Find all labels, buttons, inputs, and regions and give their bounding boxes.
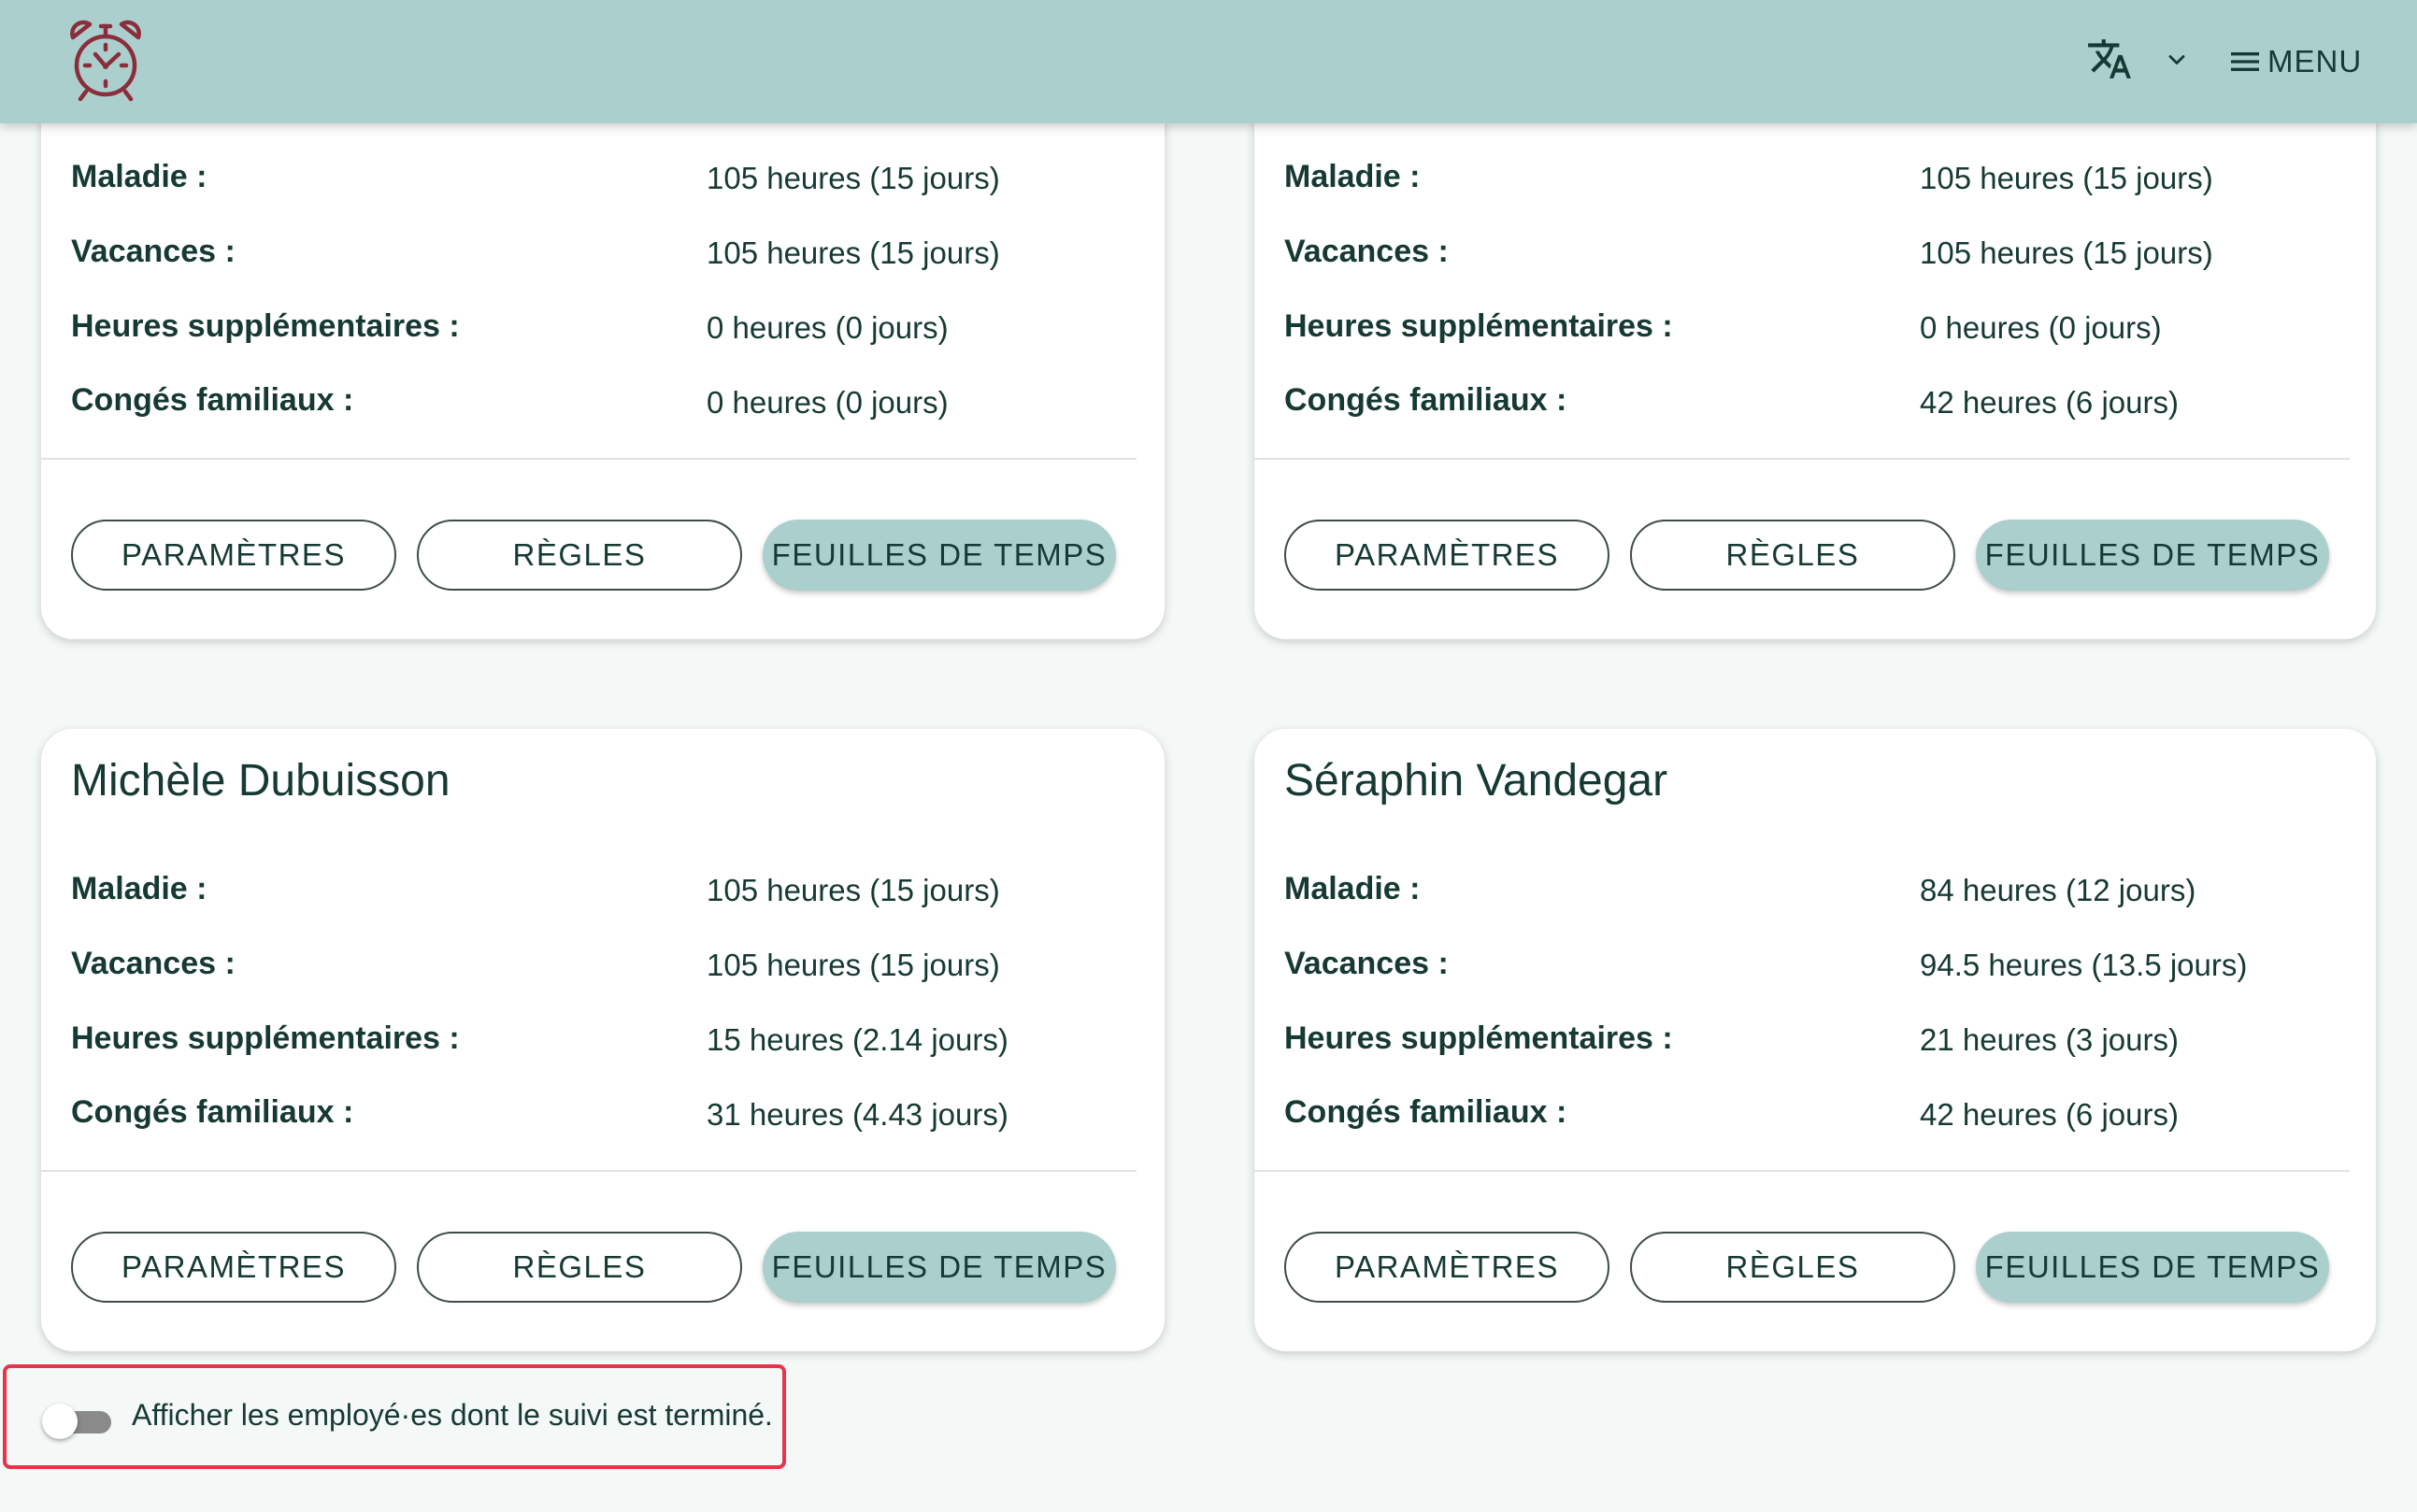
settings-button[interactable]: PARAMÈTRES — [71, 1232, 396, 1303]
overtime-value: 21 heures (3 jours) — [1920, 1022, 2179, 1057]
family-leave-value: 42 heures (6 jours) — [1920, 385, 2179, 420]
employee-card: Maladie : 105 heures (15 jours) Vacances… — [1254, 56, 2376, 639]
overtime-value: 15 heures (2.14 jours) — [707, 1022, 1008, 1057]
sick-leave-label: Maladie : — [1284, 159, 1421, 194]
employee-name: Michèle Dubuisson — [71, 756, 451, 806]
sick-leave-label: Maladie : — [71, 159, 207, 194]
sick-leave-value: 105 heures (15 jours) — [707, 161, 1000, 195]
settings-button[interactable]: PARAMÈTRES — [1284, 1232, 1609, 1303]
vacation-value: 94.5 heures (13.5 jours) — [1920, 948, 2248, 982]
rules-button[interactable]: RÈGLES — [417, 1232, 742, 1303]
overtime-value: 0 heures (0 jours) — [707, 310, 949, 345]
rules-button[interactable]: RÈGLES — [1630, 1232, 1955, 1303]
show-finished-employees-toggle-area: Afficher les employé·es dont le suivi es… — [3, 1364, 786, 1469]
chevron-down-icon[interactable] — [2164, 47, 2190, 73]
card-divider — [41, 458, 1137, 460]
card-divider — [41, 1170, 1137, 1172]
timesheets-button[interactable]: FEUILLES DE TEMPS — [1976, 1232, 2329, 1303]
employee-card: Séraphin Vandegar Maladie : 84 heures (1… — [1254, 729, 2376, 1351]
employee-card: Maladie : 105 heures (15 jours) Vacances… — [41, 56, 1165, 639]
timesheets-button[interactable]: FEUILLES DE TEMPS — [763, 520, 1116, 591]
vacation-value: 105 heures (15 jours) — [1920, 235, 2213, 270]
family-leave-label: Congés familiaux : — [1284, 382, 1567, 418]
sick-leave-label: Maladie : — [1284, 871, 1421, 906]
sick-leave-value: 84 heures (12 jours) — [1920, 873, 2196, 907]
vacation-label: Vacances : — [1284, 946, 1449, 981]
timesheets-button[interactable]: FEUILLES DE TEMPS — [763, 1232, 1116, 1303]
hamburger-icon — [2231, 52, 2259, 71]
rules-button[interactable]: RÈGLES — [1630, 520, 1955, 591]
rules-button[interactable]: RÈGLES — [417, 520, 742, 591]
timesheets-button[interactable]: FEUILLES DE TEMPS — [1976, 520, 2329, 591]
translate-icon[interactable] — [2086, 36, 2133, 82]
overtime-label: Heures supplémentaires : — [1284, 1020, 1673, 1056]
employee-card: Michèle Dubuisson Maladie : 105 heures (… — [41, 729, 1165, 1351]
family-leave-label: Congés familiaux : — [71, 382, 354, 418]
family-leave-label: Congés familiaux : — [1284, 1094, 1567, 1130]
sick-leave-value: 105 heures (15 jours) — [707, 873, 1000, 907]
switch-thumb[interactable] — [42, 1404, 78, 1439]
vacation-value: 105 heures (15 jours) — [707, 948, 1000, 982]
menu-button[interactable]: MENU — [2226, 37, 2362, 86]
card-divider — [1254, 458, 2350, 460]
vacation-label: Vacances : — [71, 946, 236, 981]
top-app-bar: MENU — [0, 0, 2417, 123]
overtime-label: Heures supplémentaires : — [71, 1020, 460, 1056]
menu-label: MENU — [2267, 44, 2363, 78]
sick-leave-label: Maladie : — [71, 871, 207, 906]
settings-button[interactable]: PARAMÈTRES — [71, 520, 396, 591]
sick-leave-value: 105 heures (15 jours) — [1920, 161, 2213, 195]
family-leave-value: 42 heures (6 jours) — [1920, 1097, 2179, 1132]
overtime-label: Heures supplémentaires : — [71, 308, 460, 344]
overtime-value: 0 heures (0 jours) — [1920, 310, 2162, 345]
family-leave-value: 0 heures (0 jours) — [707, 385, 949, 420]
family-leave-value: 31 heures (4.43 jours) — [707, 1097, 1008, 1132]
vacation-label: Vacances : — [71, 234, 236, 269]
card-divider — [1254, 1170, 2350, 1172]
alarm-clock-logo[interactable] — [67, 17, 144, 105]
family-leave-label: Congés familiaux : — [71, 1094, 354, 1130]
show-finished-employees-label: Afficher les employé·es dont le suivi es… — [132, 1398, 773, 1432]
employee-name: Séraphin Vandegar — [1284, 756, 1668, 806]
vacation-value: 105 heures (15 jours) — [707, 235, 1000, 270]
overtime-label: Heures supplémentaires : — [1284, 308, 1673, 344]
show-finished-employees-switch[interactable] — [40, 1402, 115, 1439]
vacation-label: Vacances : — [1284, 234, 1449, 269]
settings-button[interactable]: PARAMÈTRES — [1284, 520, 1609, 591]
